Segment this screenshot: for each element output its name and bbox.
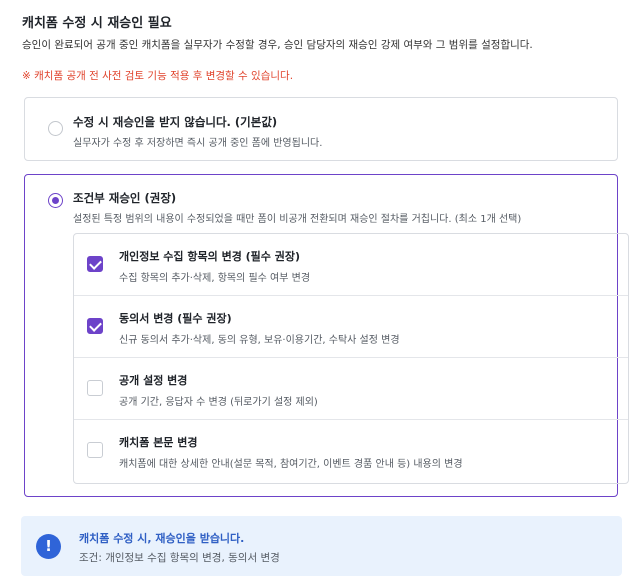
option-title: 수정 시 재승인을 받지 않습니다. (기본값) bbox=[73, 115, 278, 129]
checkbox-body[interactable] bbox=[87, 442, 103, 458]
notice-text: ※ 캐치폼 공개 전 사전 검토 기능 적용 후 변경할 수 있습니다. bbox=[22, 70, 294, 82]
section-title: 캐치폼 수정 시 재승인 필요 bbox=[22, 16, 172, 31]
option-title: 조건부 재승인 (권장) bbox=[73, 191, 177, 205]
option-desc: 실무자가 수정 후 저장하면 즉시 공개 중인 폼에 반영됩니다. bbox=[73, 138, 323, 149]
condition-desc: 수집 항목의 추가·삭제, 항목의 필수 여부 변경 bbox=[119, 273, 311, 284]
condition-title: 동의서 변경 (필수 권장) bbox=[119, 312, 232, 325]
condition-desc: 신규 동의서 추가·삭제, 동의 유형, 보유·이용기간, 수탁사 설정 변경 bbox=[119, 335, 400, 346]
radio-conditional-reapproval[interactable] bbox=[48, 193, 63, 208]
condition-desc: 공개 기간, 응답자 수 변경 (뒤로가기 설정 제외) bbox=[119, 397, 318, 408]
info-icon: ! bbox=[36, 534, 61, 559]
condition-item-public-settings[interactable]: 공개 설정 변경 공개 기간, 응답자 수 변경 (뒤로가기 설정 제외) bbox=[74, 358, 628, 420]
info-title: 캐치폼 수정 시, 재승인을 받습니다. bbox=[79, 532, 245, 545]
condition-desc: 캐치폼에 대한 상세한 안내(설문 목적, 참여기간, 이벤트 경품 안내 등)… bbox=[119, 459, 463, 470]
radio-no-reapproval[interactable] bbox=[48, 121, 63, 136]
condition-list: 개인정보 수집 항목의 변경 (필수 권장) 수집 항목의 추가·삭제, 항목의… bbox=[73, 233, 629, 484]
checkbox-privacy[interactable] bbox=[87, 256, 103, 272]
condition-item-consent[interactable]: 동의서 변경 (필수 권장) 신규 동의서 추가·삭제, 동의 유형, 보유·이… bbox=[74, 296, 628, 358]
info-desc: 조건: 개인정보 수집 항목의 변경, 동의서 변경 bbox=[79, 552, 280, 564]
condition-title: 캐치폼 본문 변경 bbox=[119, 436, 198, 449]
checkbox-public-settings[interactable] bbox=[87, 380, 103, 396]
checkbox-consent[interactable] bbox=[87, 318, 103, 334]
condition-item-body[interactable]: 캐치폼 본문 변경 캐치폼에 대한 상세한 안내(설문 목적, 참여기간, 이벤… bbox=[74, 420, 628, 482]
option-conditional-reapproval[interactable]: 조건부 재승인 (권장) 설정된 특정 범위의 내용이 수정되었을 때만 폼이 … bbox=[24, 174, 629, 497]
condition-title: 개인정보 수집 항목의 변경 (필수 권장) bbox=[119, 250, 301, 263]
condition-title: 공개 설정 변경 bbox=[119, 374, 188, 387]
section-description: 승인이 완료되어 공개 중인 캐치폼을 실무자가 수정할 경우, 승인 담당자의… bbox=[22, 39, 533, 51]
condition-item-privacy[interactable]: 개인정보 수집 항목의 변경 (필수 권장) 수집 항목의 추가·삭제, 항목의… bbox=[74, 234, 628, 296]
option-desc: 설정된 특정 범위의 내용이 수정되었을 때만 폼이 비공개 전환되며 재승인 … bbox=[73, 214, 522, 225]
info-box: ! 캐치폼 수정 시, 재승인을 받습니다. 조건: 개인정보 수집 항목의 변… bbox=[21, 516, 622, 576]
option-no-reapproval[interactable]: 수정 시 재승인을 받지 않습니다. (기본값) 실무자가 수정 후 저장하면 … bbox=[24, 97, 618, 161]
